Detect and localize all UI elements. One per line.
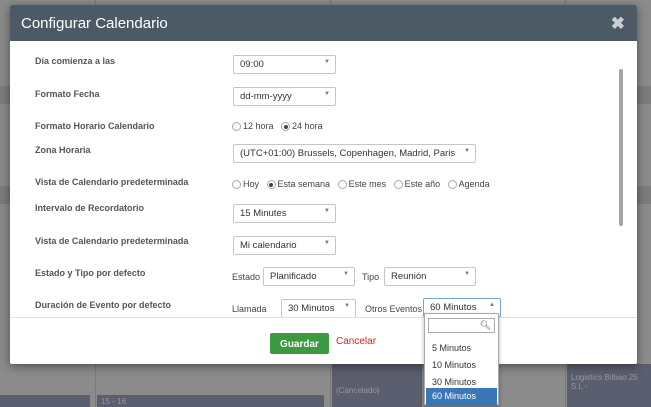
radio-label: Agenda <box>458 179 490 189</box>
radio-circle <box>337 180 347 189</box>
day-start-value: 09:00 <box>240 59 264 70</box>
modal-header: Configurar Calendario ✖ <box>10 5 637 41</box>
tipo-value: Reunión <box>391 271 427 282</box>
radio-label: Este año <box>404 179 441 189</box>
caret-down-icon: ▼ <box>464 148 470 154</box>
radio-agenda[interactable]: Agenda <box>447 179 490 189</box>
estado-label: Estado <box>232 272 261 282</box>
timezone-label: Zona Horaria <box>35 145 91 155</box>
day-start-label: Día comienza a las <box>35 56 116 66</box>
radio-hoy[interactable]: Hoy <box>232 179 259 189</box>
otros-eventos-value: 60 Minutos <box>430 302 477 313</box>
caret-down-icon: ▼ <box>344 303 350 309</box>
caret-down-icon: ▼ <box>324 208 330 214</box>
time-format-radios: 12 hora 24 hora <box>232 121 328 131</box>
estado-select[interactable]: Planificado ▼ <box>263 267 355 286</box>
caret-down-icon: ▼ <box>324 91 330 97</box>
default-view-label: Vista de Calendario predeterminada <box>35 177 189 187</box>
radio-label: Esta semana <box>277 179 331 189</box>
scrollbar[interactable] <box>619 69 623 226</box>
radio-circle <box>232 122 241 131</box>
reminder-interval-value: 15 Minutes <box>240 208 287 219</box>
configure-calendar-modal: Configurar Calendario ✖ Día comienza a l… <box>10 5 637 364</box>
radio-circle <box>232 180 241 189</box>
otros-eventos-label: Otros Eventos <box>365 304 423 314</box>
radio-circle <box>281 122 291 131</box>
modal-footer: Guardar Cancelar <box>10 317 637 365</box>
dropdown-search-input[interactable]: 🔍︎ <box>428 318 495 333</box>
save-button[interactable]: Guardar <box>270 333 329 354</box>
event-duration-label: Duración de Evento por defecto <box>35 300 172 310</box>
radio-este-ano[interactable]: Este año <box>393 179 441 189</box>
default-calendar-value: Mi calendario <box>240 240 297 251</box>
default-calendar-select[interactable]: Mi calendario ▼ <box>233 236 336 255</box>
day-start-select[interactable]: 09:00 ▼ <box>233 55 336 74</box>
timezone-value: (UTC+01:00) Brussels, Copenhagen, Madrid… <box>240 148 456 159</box>
tipo-select[interactable]: Reunión ▼ <box>384 267 476 286</box>
radio-circle <box>266 180 276 189</box>
radio-circle <box>393 180 403 189</box>
llamada-label: Llamada <box>232 304 267 314</box>
radio-label: Este mes <box>348 179 387 189</box>
modal-title: Configurar Calendario <box>21 15 168 32</box>
radio-label: 24 hora <box>292 121 323 131</box>
tipo-label: Tipo <box>362 272 380 282</box>
caret-down-icon: ▼ <box>324 240 330 246</box>
radio-label: Hoy <box>243 179 260 189</box>
date-format-label: Formato Fecha <box>35 89 100 99</box>
radio-circle <box>447 180 457 189</box>
caret-down-icon: ▼ <box>343 271 349 277</box>
dropdown-option-selected[interactable]: 60 Minutos <box>426 388 497 405</box>
close-icon[interactable]: ✖ <box>611 14 625 34</box>
default-view-radios: Hoy Esta semana Este mes Este año Agenda <box>232 179 495 189</box>
caret-down-icon: ▼ <box>324 59 330 65</box>
caret-down-icon: ▼ <box>464 271 470 277</box>
radio-label: 12 hora <box>243 121 274 131</box>
llamada-select[interactable]: 30 Minutos ▼ <box>281 299 356 317</box>
estado-value: Planificado <box>270 271 317 282</box>
reminder-interval-select[interactable]: 15 Minutes ▼ <box>233 204 336 223</box>
llamada-value: 30 Minutos <box>288 303 335 314</box>
radio-12-hora[interactable]: 12 hora <box>232 121 274 131</box>
time-format-label: Formato Horario Calendario <box>35 121 155 131</box>
default-calendar-label: Vista de Calendario predeterminada <box>35 236 189 246</box>
reminder-interval-label: Intervalo de Recordatorio <box>35 203 145 213</box>
timezone-select[interactable]: (UTC+01:00) Brussels, Copenhagen, Madrid… <box>233 144 476 163</box>
cancel-link[interactable]: Cancelar <box>336 336 376 347</box>
radio-esta-semana[interactable]: Esta semana <box>266 179 331 189</box>
date-format-select[interactable]: dd-mm-yyyy ▼ <box>233 87 336 106</box>
search-icon: 🔍︎ <box>479 320 491 330</box>
caret-up-icon: ▲ <box>489 302 495 308</box>
date-format-value: dd-mm-yyyy <box>240 91 292 102</box>
status-type-label: Estado y Tipo por defecto <box>35 268 146 278</box>
dropdown-option[interactable]: 5 Minutos <box>426 340 497 357</box>
radio-24-hora[interactable]: 24 hora <box>281 121 323 131</box>
dropdown-option[interactable]: 10 Minutos <box>426 357 497 374</box>
radio-este-mes[interactable]: Este mes <box>337 179 387 189</box>
duration-dropdown-list: 🔍︎ 5 Minutos 10 Minutos 30 Minutos 60 Mi… <box>424 313 499 405</box>
modal-body: Día comienza a las 09:00 ▼ Formato Fecha … <box>10 41 637 317</box>
